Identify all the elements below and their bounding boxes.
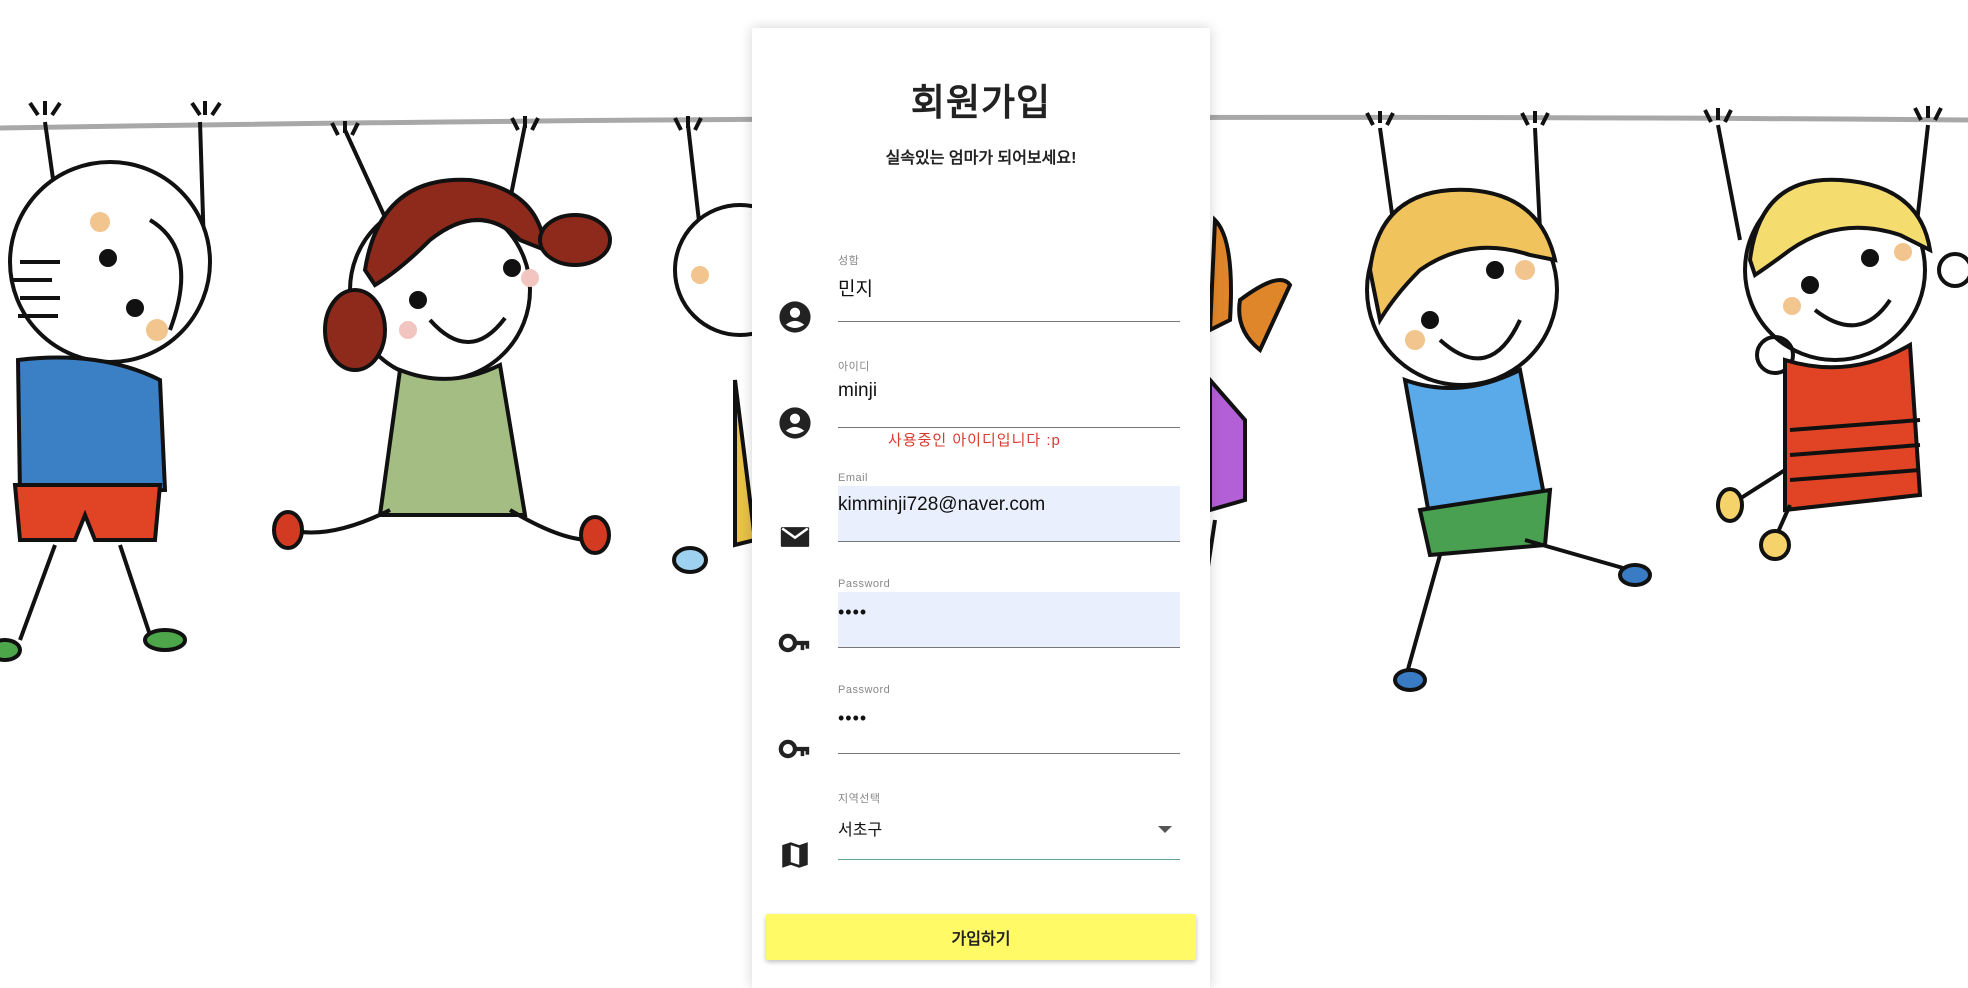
email-label: Email: [838, 472, 869, 484]
kid-6-illustration: [1703, 106, 1968, 561]
password-label: Password: [838, 578, 891, 590]
key-icon: [778, 633, 810, 653]
kid-4-illustration: [1198, 215, 1293, 621]
password-confirm-label: Password: [838, 684, 891, 696]
email-input[interactable]: kimminji728@naver.com: [838, 486, 1180, 542]
password-confirm-input[interactable]: ••••: [838, 698, 1180, 754]
password-confirm-field: Password ••••: [752, 684, 1210, 764]
map-icon: [782, 842, 808, 868]
kid-2-illustration: [272, 116, 612, 555]
name-input[interactable]: 민지: [838, 266, 1180, 322]
password-field: Password ••••: [752, 578, 1210, 658]
kid-1-illustration: [0, 101, 222, 662]
id-error-message: 사용중인 아이디입니다 :p: [888, 432, 1061, 449]
page-title: 회원가입: [910, 82, 1052, 123]
person-icon: [779, 407, 811, 439]
region-select-value: 서초구: [838, 822, 883, 839]
email-field: Email kimminji728@naver.com: [752, 472, 1210, 552]
name-field: 성함 민지: [752, 252, 1210, 333]
signup-card: 회원가입 실속있는 엄마가 되어보세요! 성함 민지 아이디 minji 사용중…: [752, 28, 1210, 988]
signup-button[interactable]: 가입하기: [766, 914, 1196, 960]
page-subtitle: 실속있는 엄마가 되어보세요!: [885, 150, 1077, 167]
key-icon: [778, 739, 810, 759]
password-input[interactable]: ••••: [838, 592, 1180, 648]
region-field: 지역선택 서초구: [752, 790, 1210, 870]
region-select[interactable]: 서초구: [838, 804, 1180, 860]
kid-5-illustration: [1365, 111, 1652, 692]
chevron-down-icon: [1158, 826, 1172, 833]
mail-icon: [780, 527, 810, 547]
person-icon: [779, 301, 811, 333]
id-field: 아이디 minji: [752, 358, 1210, 439]
id-input[interactable]: minji: [838, 372, 1180, 428]
